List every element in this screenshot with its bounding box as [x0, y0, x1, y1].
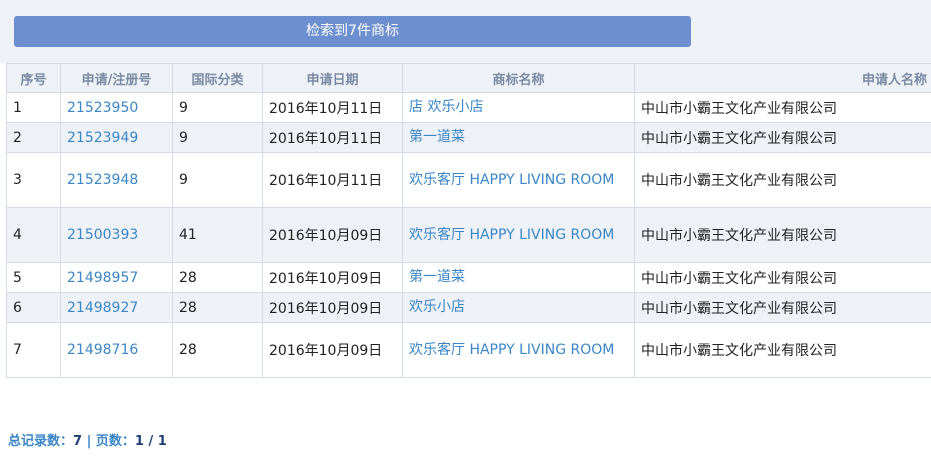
cell-class: 28: [172, 292, 263, 323]
cell-class: 9: [172, 92, 263, 123]
cell-class: 28: [172, 322, 263, 378]
reg-no-link[interactable]: 21523948: [67, 172, 138, 188]
cell-applicant: 中山市小霸王文化产业有限公司: [634, 122, 931, 153]
cell-applicant: 中山市小霸王文化产业有限公司: [634, 207, 931, 263]
cell-index: 1: [6, 92, 61, 123]
cell-class: 9: [172, 152, 263, 208]
reg-no-link[interactable]: 21498716: [67, 342, 138, 358]
column-header-applicant: 申请人名称: [634, 63, 931, 93]
mark-name-link[interactable]: 店 欢乐小店: [409, 99, 483, 115]
mark-name-link[interactable]: 欢乐客厅 HAPPY LIVING ROOM: [409, 172, 614, 188]
total-records-label: 总记录数：: [8, 434, 74, 449]
reg-no-link[interactable]: 21523949: [67, 130, 138, 146]
cell-index: 3: [6, 152, 61, 208]
reg-no-link[interactable]: 21498927: [67, 300, 138, 316]
column-header-date: 申请日期: [262, 63, 403, 93]
reg-no-link[interactable]: 21523950: [67, 100, 138, 116]
page-count-value: 1 / 1: [134, 434, 167, 449]
table-row: 4 21500393 41 2016年10月09日 欢乐客厅 HAPPY LIV…: [6, 207, 931, 263]
cell-date: 2016年10月11日: [262, 122, 403, 153]
cell-index: 5: [6, 262, 61, 293]
mark-name-link[interactable]: 欢乐客厅 HAPPY LIVING ROOM: [409, 342, 614, 358]
mark-name-link[interactable]: 欢乐小店: [409, 299, 465, 315]
summary-separator: |: [82, 434, 96, 449]
cell-applicant: 中山市小霸王文化产业有限公司: [634, 92, 931, 123]
cell-date: 2016年10月09日: [262, 262, 403, 293]
reg-no-link[interactable]: 21500393: [67, 227, 138, 243]
table-header-row: 序号 申请/注册号 国际分类 申请日期 商标名称 申请人名称: [6, 63, 931, 93]
mark-name-link[interactable]: 第一道菜: [409, 129, 465, 145]
trademark-results-table: 序号 申请/注册号 国际分类 申请日期 商标名称 申请人名称 1 2152395…: [6, 63, 931, 378]
table-row: 7 21498716 28 2016年10月09日 欢乐客厅 HAPPY LIV…: [6, 322, 931, 378]
cell-index: 6: [6, 292, 61, 323]
cell-date: 2016年10月09日: [262, 292, 403, 323]
cell-date: 2016年10月11日: [262, 92, 403, 123]
cell-applicant: 中山市小霸王文化产业有限公司: [634, 152, 931, 208]
cell-class: 28: [172, 262, 263, 293]
column-header-index: 序号: [6, 63, 61, 93]
mark-name-link[interactable]: 欢乐客厅 HAPPY LIVING ROOM: [409, 227, 614, 243]
search-result-count-bar: 检索到7件商标: [14, 16, 691, 47]
cell-applicant: 中山市小霸王文化产业有限公司: [634, 322, 931, 378]
mark-name-link[interactable]: 第一道菜: [409, 269, 465, 285]
table-row: 5 21498957 28 2016年10月09日 第一道菜 中山市小霸王文化产…: [6, 262, 931, 293]
column-header-mark-name: 商标名称: [402, 63, 635, 93]
cell-index: 4: [6, 207, 61, 263]
total-records-value: 7: [73, 434, 83, 449]
table-row: 2 21523949 9 2016年10月11日 第一道菜 中山市小霸王文化产业…: [6, 122, 931, 153]
pagination-summary: 总记录数：7 | 页数：1 / 1: [8, 430, 167, 449]
page-count-label: 页数：: [95, 434, 135, 449]
column-header-reg-no: 申请/注册号: [60, 63, 173, 93]
table-row: 1 21523950 9 2016年10月11日 店 欢乐小店 中山市小霸王文化…: [6, 92, 931, 123]
cell-applicant: 中山市小霸王文化产业有限公司: [634, 292, 931, 323]
cell-class: 9: [172, 122, 263, 153]
cell-class: 41: [172, 207, 263, 263]
cell-applicant: 中山市小霸王文化产业有限公司: [634, 262, 931, 293]
reg-no-link[interactable]: 21498957: [67, 270, 138, 286]
cell-index: 7: [6, 322, 61, 378]
column-header-class: 国际分类: [172, 63, 263, 93]
table-row: 3 21523948 9 2016年10月11日 欢乐客厅 HAPPY LIVI…: [6, 152, 931, 208]
cell-date: 2016年10月11日: [262, 152, 403, 208]
cell-date: 2016年10月09日: [262, 207, 403, 263]
cell-index: 2: [6, 122, 61, 153]
table-row: 6 21498927 28 2016年10月09日 欢乐小店 中山市小霸王文化产…: [6, 292, 931, 323]
cell-date: 2016年10月09日: [262, 322, 403, 378]
